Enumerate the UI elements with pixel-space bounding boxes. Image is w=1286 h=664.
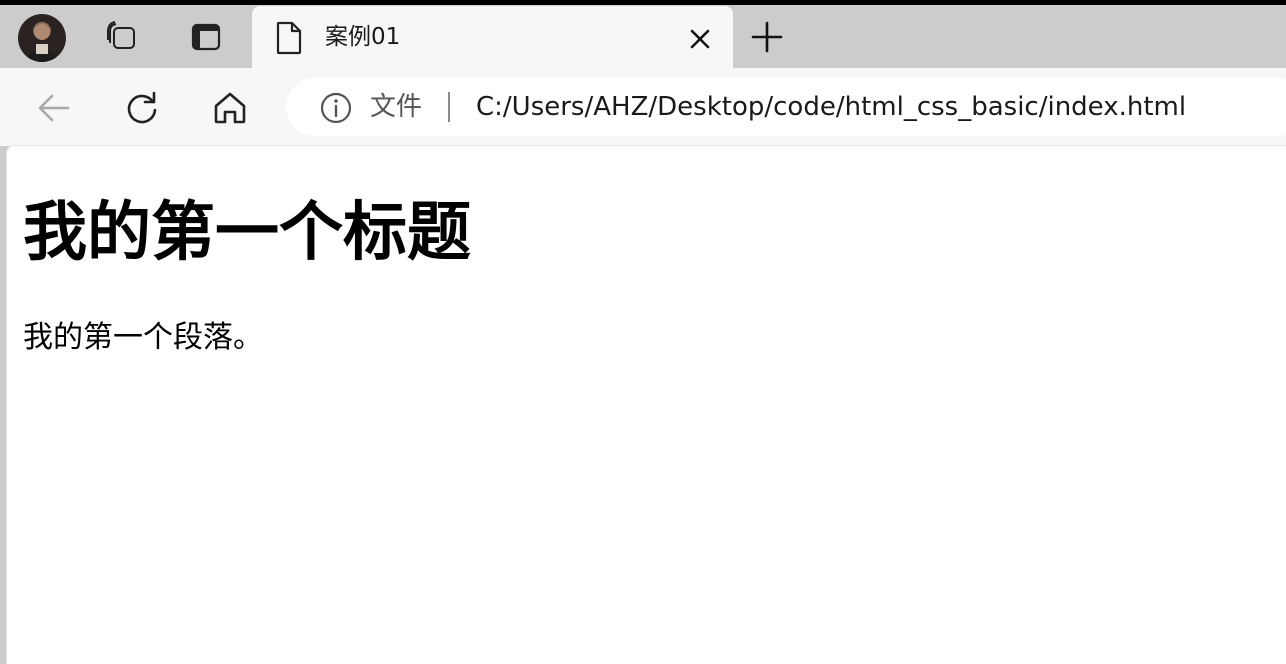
url-text[interactable]: C:/Users/AHZ/Desktop/code/html_css_basic… bbox=[476, 90, 1186, 124]
close-icon bbox=[690, 29, 710, 49]
toolbar: 文件 C:/Users/AHZ/Desktop/code/html_css_ba… bbox=[0, 68, 1286, 146]
refresh-button[interactable] bbox=[120, 86, 164, 130]
plus-icon bbox=[751, 21, 783, 53]
home-icon bbox=[214, 92, 246, 124]
tab-active[interactable]: 案例01 bbox=[252, 6, 733, 69]
page-paragraph: 我的第一个段落。 bbox=[23, 320, 263, 355]
browser-window: 案例01 文件 C:/Users/AHZ/Desktop/code/html_c… bbox=[0, 0, 1286, 664]
tab-close-button[interactable] bbox=[684, 23, 716, 55]
site-info-label[interactable]: 文件 bbox=[370, 90, 422, 124]
page-content: 我的第一个标题 我的第一个段落。 bbox=[6, 145, 1286, 664]
tab-strip: 案例01 bbox=[0, 5, 1286, 69]
tab-actions-button[interactable] bbox=[186, 17, 226, 57]
refresh-icon bbox=[127, 91, 157, 124]
collections-button[interactable] bbox=[102, 17, 142, 57]
info-icon[interactable] bbox=[320, 92, 352, 124]
address-divider bbox=[448, 92, 450, 122]
tab-actions-icon bbox=[191, 23, 221, 51]
avatar-image bbox=[26, 24, 58, 62]
document-icon bbox=[276, 21, 302, 55]
profile-avatar[interactable] bbox=[18, 14, 66, 62]
page-heading: 我的第一个标题 bbox=[23, 196, 471, 270]
address-bar[interactable]: 文件 C:/Users/AHZ/Desktop/code/html_css_ba… bbox=[286, 78, 1286, 136]
home-button[interactable] bbox=[208, 86, 252, 130]
collections-icon bbox=[107, 21, 135, 49]
tab-title: 案例01 bbox=[325, 24, 401, 50]
back-button[interactable] bbox=[32, 86, 76, 130]
new-tab-button[interactable] bbox=[747, 17, 787, 57]
back-arrow-icon bbox=[38, 94, 70, 122]
